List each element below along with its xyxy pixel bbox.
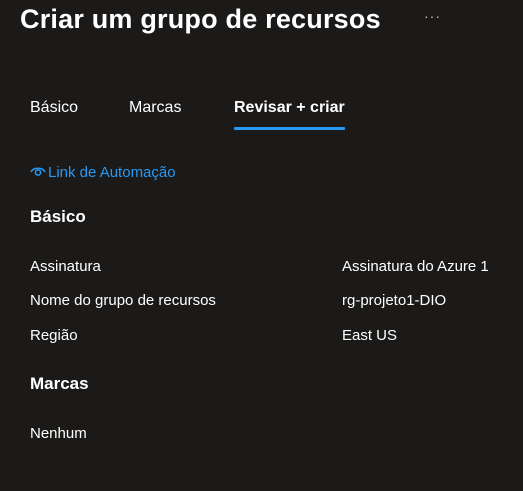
automation-link[interactable]: Link de Automação [30,164,176,181]
row-value-subscription: Assinatura do Azure 1 [342,258,489,275]
tab-label: Básico [30,99,79,116]
tab-basico[interactable]: Básico [30,99,78,130]
row-label-resource-group-name: Nome do grupo de recursos [30,292,216,309]
create-resource-group-page: Criar um grupo de recursos ··· Básico Ma… [0,0,523,491]
row-label-region: Região [30,327,78,344]
automation-link-label: Link de Automação [48,164,176,181]
tab-revisar-criar[interactable]: Revisar + criar [234,99,345,130]
tab-bar: Básico Marcas Revisar + criar [30,99,510,131]
tab-marcas[interactable]: Marcas [129,99,181,130]
eye-icon [30,164,46,178]
active-tab-indicator [234,127,345,130]
row-value-resource-group-name: rg-projeto1-DIO [342,292,447,309]
row-value-region: East US [342,327,398,344]
section-title-marcas: Marcas [30,374,89,393]
tab-label: Marcas [129,99,182,116]
row-label-subscription: Assinatura [30,258,101,275]
page-title: Criar um grupo de recursos [20,4,381,34]
tags-empty-text: Nenhum [30,425,87,442]
tab-label: Revisar + criar [234,99,345,116]
section-title-basico: Básico [30,207,86,226]
more-options-button[interactable]: ··· [424,8,441,24]
